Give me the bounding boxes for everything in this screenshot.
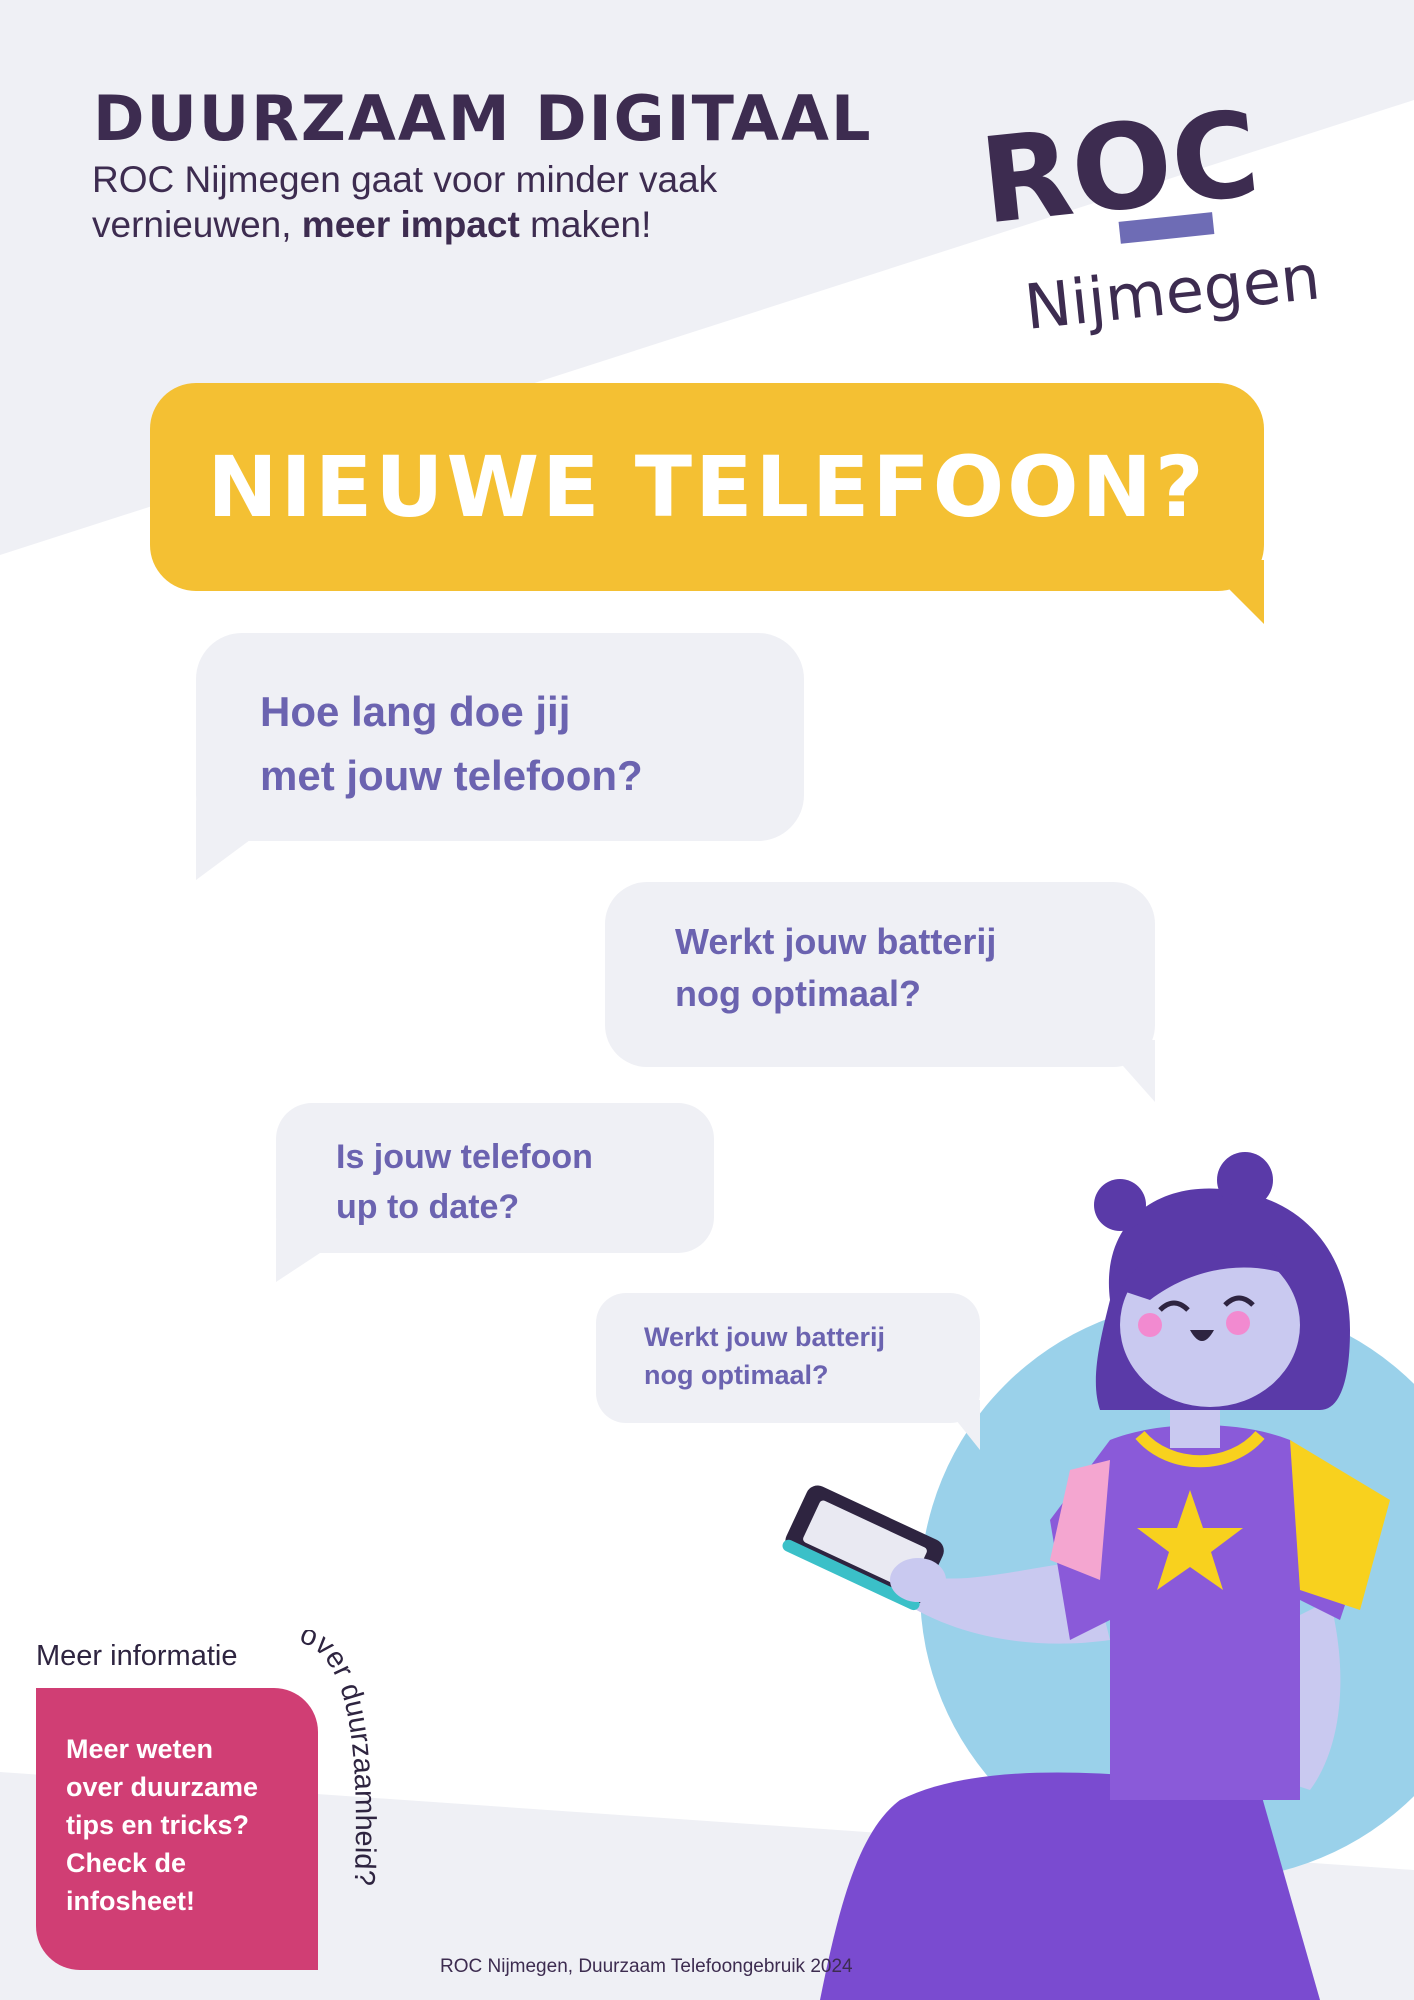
headline-text: NIEUWE TELEFOON?	[207, 438, 1207, 536]
left-cheek	[1138, 1313, 1162, 1337]
question-2-line-1: Werkt jouw batterij	[675, 921, 997, 962]
subtitle-text-2: maken!	[519, 204, 652, 245]
left-sleeve	[1050, 1460, 1110, 1580]
question-3: Is jouw telefoon up to date?	[336, 1132, 716, 1232]
question-3-line-2: up to date?	[336, 1188, 520, 1226]
question-2-line-2: nog optimaal?	[675, 973, 921, 1014]
right-cheek	[1226, 1311, 1250, 1335]
infosheet-card-text[interactable]: Meer weten over duurzame tips en tricks?…	[66, 1730, 306, 1920]
pants	[820, 1772, 1320, 2000]
girl-with-phone-illustration	[782, 1152, 1390, 2000]
page-subtitle: ROC Nijmegen gaat voor minder vaak verni…	[92, 157, 852, 247]
card-line-3: tips en tricks?	[66, 1810, 250, 1840]
hair-bun-right	[1217, 1152, 1273, 1208]
page-title: DUURZAAM DIGITAAL	[93, 82, 873, 155]
right-sleeve	[1290, 1440, 1390, 1610]
roc-nijmegen-logo: ROC Nijmegen	[975, 84, 1323, 340]
logo-sub-text: Nijmegen	[1021, 240, 1323, 340]
card-line-2: over duurzame	[66, 1772, 259, 1802]
question-2: Werkt jouw batterij nog optimaal?	[675, 916, 1135, 1020]
question-1-line-1: Hoe lang doe jij	[260, 688, 571, 735]
question-3-line-1: Is jouw telefoon	[336, 1138, 593, 1176]
card-line-4: Check de	[66, 1848, 187, 1878]
card-line-1: Meer weten	[66, 1734, 214, 1764]
hair-bun-left	[1094, 1179, 1146, 1231]
question-1: Hoe lang doe jij met jouw telefoon?	[260, 680, 780, 808]
subtitle-bold: meer impact	[301, 204, 520, 245]
footer-credit: ROC Nijmegen, Duurzaam Telefoongebruik 2…	[440, 1956, 853, 1977]
card-line-5: infosheet!	[66, 1886, 196, 1916]
more-info-label: Meer informatie	[36, 1640, 238, 1672]
hand	[890, 1558, 946, 1602]
question-1-line-2: met jouw telefoon?	[260, 752, 643, 799]
